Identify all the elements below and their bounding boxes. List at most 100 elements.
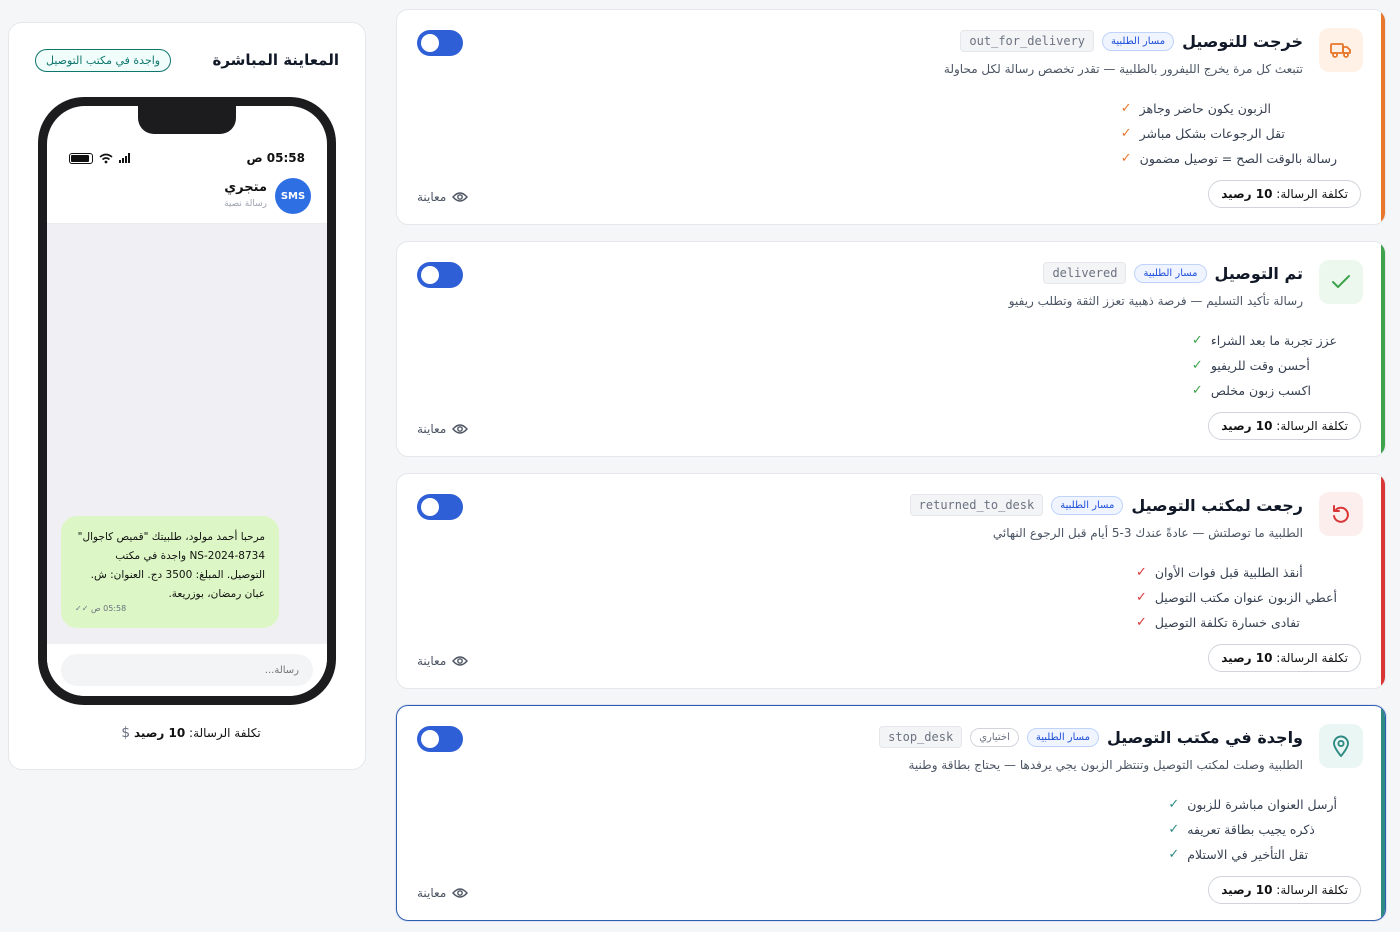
benefit-item: ✓ اكسب زبون مخلص bbox=[1192, 378, 1337, 403]
check-icon: ✓ bbox=[1120, 101, 1132, 116]
card-description: الطلبية ما توصلتش — عادةً عندك 3-5 أيام … bbox=[992, 526, 1303, 540]
message-input[interactable] bbox=[61, 654, 313, 686]
check-icon bbox=[1319, 260, 1363, 304]
phone-mockup: 05:58 ص SMS متجري رسالة نصية مرحبا أحمد … bbox=[38, 97, 336, 705]
eye-icon bbox=[452, 888, 469, 898]
eye-icon bbox=[452, 656, 469, 666]
preview-cost-value: 10 رصيد bbox=[133, 726, 186, 740]
truck-icon bbox=[1319, 28, 1363, 72]
preview-link[interactable]: معاينة bbox=[417, 190, 469, 204]
toggle-knob bbox=[421, 730, 439, 748]
status-code: delivered bbox=[1043, 262, 1127, 284]
toggle-knob bbox=[421, 266, 439, 284]
status-card-out-for-delivery: خرجت للتوصيل مسار الطلبية out_for_delive… bbox=[396, 9, 1386, 225]
cost-pill: تكلفة الرسالة: 10 رصيد bbox=[1208, 876, 1361, 904]
cost-label: تكلفة الرسالة: bbox=[1276, 187, 1348, 201]
benefit-item: ✓ ذكره يجيب بطاقة تعريفه bbox=[1168, 817, 1337, 842]
check-icon: ✓ bbox=[1191, 358, 1203, 373]
cost-label: تكلفة الرسالة: bbox=[1276, 419, 1348, 433]
check-icon: ✓ bbox=[1168, 797, 1180, 812]
benefit-item: ✓ عزز تجربة ما بعد الشراء bbox=[1192, 328, 1337, 353]
message-input-bar bbox=[47, 644, 327, 696]
benefit-item: ✓ تقل الرجوعات بشكل مباشر bbox=[1121, 121, 1337, 146]
benefit-text: اكسب زبون مخلص bbox=[1210, 383, 1311, 398]
card-title: تم التوصيل bbox=[1214, 263, 1303, 283]
enable-toggle[interactable] bbox=[417, 262, 463, 288]
check-icon: ✓ bbox=[1120, 126, 1132, 141]
benefit-text: عزز تجربة ما بعد الشراء bbox=[1210, 333, 1337, 348]
wifi-icon bbox=[99, 153, 113, 163]
check-icon: ✓ bbox=[1135, 590, 1147, 605]
check-icon: ✓ bbox=[1168, 822, 1180, 837]
benefit-text: رسالة بالوقت الصح = توصيل مضمون bbox=[1139, 151, 1337, 166]
cost-pill: تكلفة الرسالة: 10 رصيد bbox=[1208, 644, 1361, 672]
avatar: SMS bbox=[275, 178, 311, 214]
benefit-text: أرسل العنوان مباشرة للزبون bbox=[1187, 797, 1337, 812]
check-icon: ✓ bbox=[1191, 333, 1203, 348]
preview-link[interactable]: معاينة bbox=[417, 654, 469, 668]
phone-status-bar: 05:58 ص bbox=[69, 150, 305, 166]
status-card-stop-desk: واجدة في مكتب التوصيل مسار الطلبية اختيا… bbox=[396, 705, 1386, 921]
check-icon: ✓ bbox=[1135, 565, 1147, 580]
path-badge: مسار الطلبية bbox=[1026, 727, 1099, 747]
cost-pill: تكلفة الرسالة: 10 رصيد bbox=[1208, 412, 1361, 440]
preview-status-badge: واجدة في مكتب التوصيل bbox=[35, 49, 172, 72]
preview-link-label: معاينة bbox=[417, 190, 447, 204]
message-meta: 05:58 ص ✓✓ bbox=[75, 604, 127, 613]
cost-label: تكلفة الرسالة: bbox=[1276, 651, 1348, 665]
benefits-list: ✓ أرسل العنوان مباشرة للزبون ✓ ذكره يجيب بط… bbox=[1168, 792, 1337, 867]
card-title: واجدة في مكتب التوصيل bbox=[1106, 727, 1303, 747]
cost-value: 10 رصيد bbox=[1221, 651, 1273, 665]
chat-header: SMS متجري رسالة نصية bbox=[47, 168, 327, 224]
undo-icon bbox=[1319, 492, 1363, 536]
benefit-item: ✓ رسالة بالوقت الصح = توصيل مضمون bbox=[1121, 146, 1337, 171]
benefit-text: أنقذ الطلبية قبل فوات الأوان bbox=[1154, 565, 1303, 580]
enable-toggle[interactable] bbox=[417, 30, 463, 56]
status-code: out_for_delivery bbox=[960, 30, 1095, 52]
benefits-list: ✓ الزبون يكون حاضر وجاهز ✓ تقل الرجوعات بشك… bbox=[1121, 96, 1337, 171]
benefit-item: ✓ أنقذ الطلبية قبل فوات الأوان bbox=[1136, 560, 1337, 585]
preview-link[interactable]: معاينة bbox=[417, 422, 469, 436]
preview-link[interactable]: معاينة bbox=[417, 886, 469, 900]
benefit-item: ✓ الزبون يكون حاضر وجاهز bbox=[1121, 96, 1337, 121]
phone-screen: 05:58 ص SMS متجري رسالة نصية مرحبا أحمد … bbox=[47, 106, 327, 696]
card-accent-bar bbox=[1381, 242, 1385, 456]
check-icon: ✓ bbox=[1120, 151, 1132, 166]
enable-toggle[interactable] bbox=[417, 726, 463, 752]
benefit-text: تفادى خسارة تكلفة التوصيل bbox=[1154, 615, 1300, 630]
contact-subtitle: رسالة نصية bbox=[224, 199, 267, 209]
benefits-list: ✓ عزز تجربة ما بعد الشراء ✓ أحسن وقت للريفي… bbox=[1192, 328, 1337, 403]
benefit-text: أحسن وقت للريفيو bbox=[1210, 358, 1310, 373]
benefit-item: ✓ تفادى خسارة تكلفة التوصيل bbox=[1136, 610, 1337, 635]
cost-value: 10 رصيد bbox=[1221, 419, 1273, 433]
card-accent-bar bbox=[1381, 474, 1385, 688]
card-accent-bar bbox=[1381, 10, 1385, 224]
message-bubble: مرحبا أحمد مولود، طلبيتك "قميص كاجوال" N… bbox=[61, 516, 279, 628]
phone-notch bbox=[138, 106, 236, 134]
status-icons bbox=[69, 152, 130, 164]
card-title: خرجت للتوصيل bbox=[1182, 31, 1303, 51]
path-badge: مسار الطلبية bbox=[1051, 495, 1124, 515]
check-icon: ✓ bbox=[1191, 383, 1203, 398]
preview-link-label: معاينة bbox=[417, 886, 447, 900]
cost-pill: تكلفة الرسالة: 10 رصيد bbox=[1208, 180, 1361, 208]
status-card-returned-to-desk: رجعت لمكتب التوصيل مسار الطلبية returned… bbox=[396, 473, 1386, 689]
eye-icon bbox=[452, 192, 469, 202]
enable-toggle[interactable] bbox=[417, 494, 463, 520]
benefits-list: ✓ أنقذ الطلبية قبل فوات الأوان ✓ أعطي الزبو… bbox=[1136, 560, 1337, 635]
cost-label: تكلفة الرسالة: bbox=[1276, 883, 1348, 897]
card-description: تتبعث كل مرة يخرج الليفرور بالطلبية — تق… bbox=[943, 62, 1303, 76]
benefit-text: تقل التأخير في الاستلام bbox=[1187, 847, 1309, 862]
card-description: رسالة تأكيد التسليم — فرصة ذهبية تعزز ال… bbox=[1008, 294, 1303, 308]
cost-value: 10 رصيد bbox=[1221, 883, 1273, 897]
chat-body: مرحبا أحمد مولود، طلبيتك "قميص كاجوال" N… bbox=[47, 224, 327, 644]
dollar-icon: $ bbox=[121, 725, 131, 741]
status-time: 05:58 ص bbox=[246, 151, 305, 165]
status-code: returned_to_desk bbox=[909, 494, 1044, 516]
status-card-delivered: تم التوصيل مسار الطلبية delivered رسالة … bbox=[396, 241, 1386, 457]
preview-cost: تكلفة الرسالة: 10 رصيد $ bbox=[9, 725, 365, 741]
card-title: رجعت لمكتب التوصيل bbox=[1131, 495, 1303, 515]
check-icon: ✓ bbox=[1135, 615, 1147, 630]
benefit-text: الزبون يكون حاضر وجاهز bbox=[1139, 101, 1271, 116]
message-text: مرحبا أحمد مولود، طلبيتك "قميص كاجوال" N… bbox=[77, 531, 265, 600]
